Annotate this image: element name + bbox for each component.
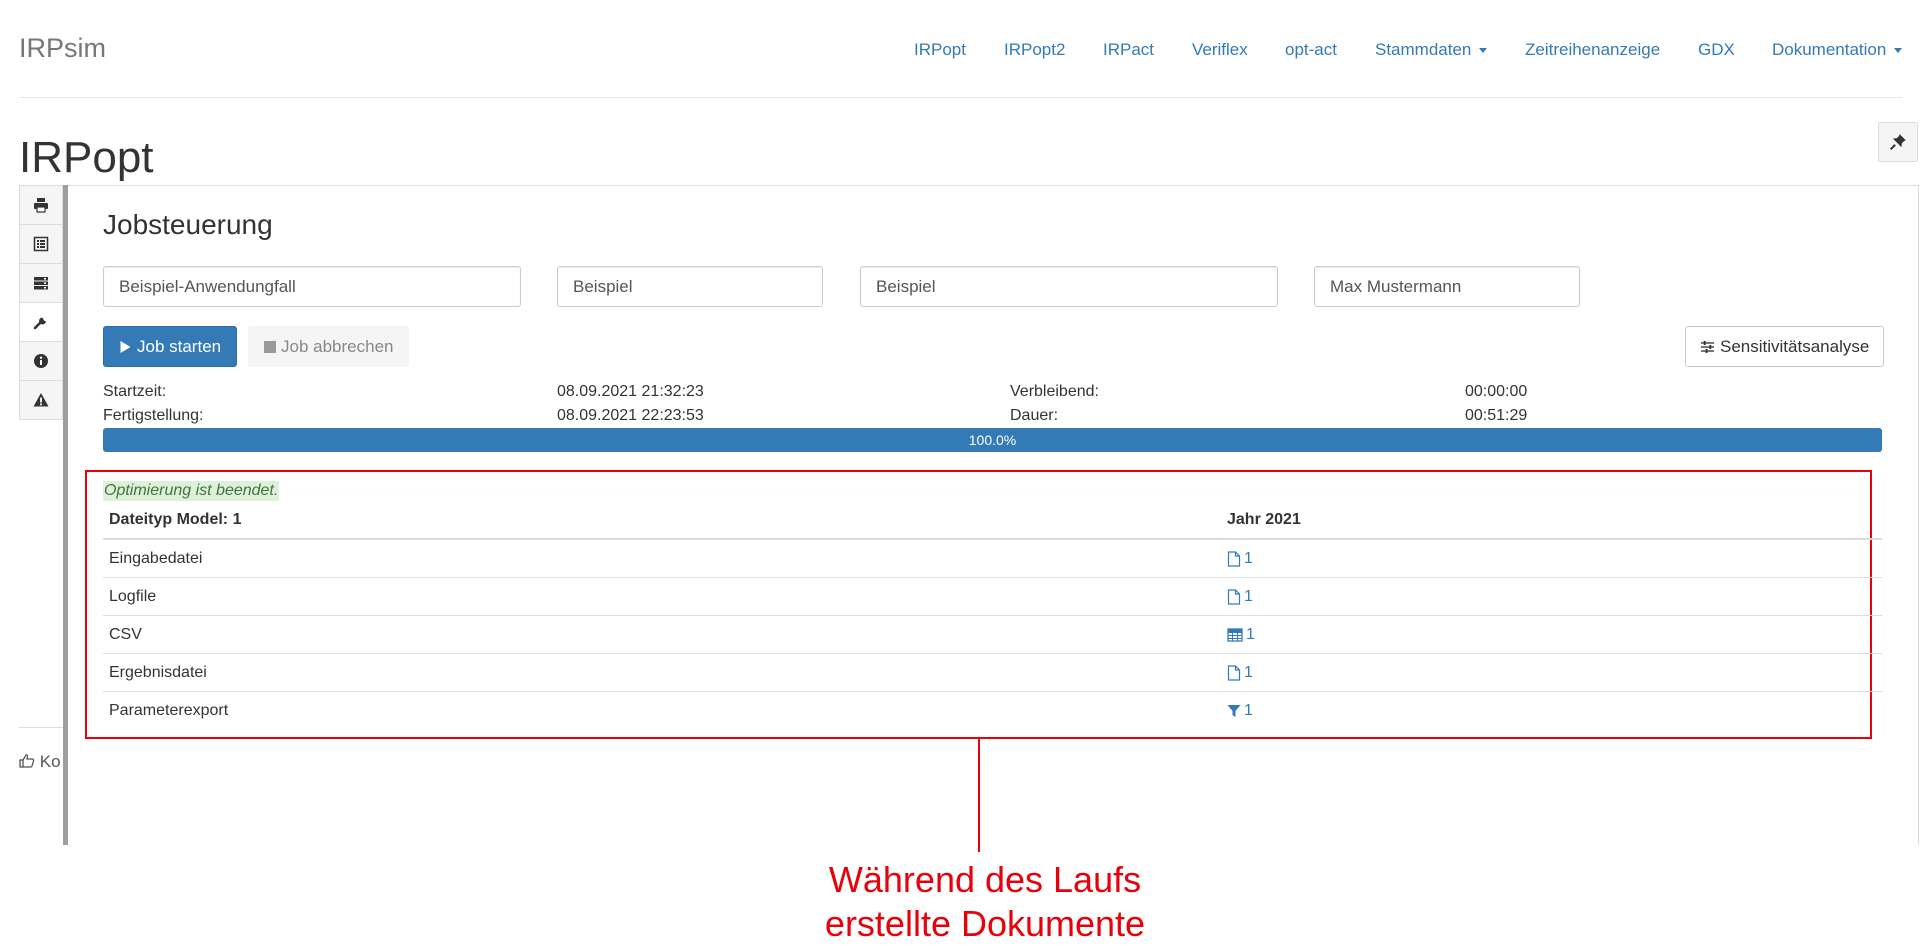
file-icon	[1227, 664, 1241, 681]
panel-right-border	[1918, 185, 1919, 845]
nav-irpact[interactable]: IRPact	[1103, 40, 1154, 60]
input-file-link-label: 1	[1244, 549, 1253, 567]
parameter-export-link-label: 1	[1244, 701, 1253, 719]
start-job-button[interactable]: Job starten	[103, 326, 238, 367]
warning-icon	[33, 393, 49, 407]
list-view-button[interactable]	[19, 224, 63, 264]
main-nav: IRPopt IRPopt2 IRPact Veriflex opt-act S…	[0, 40, 1920, 62]
column-header-filetype: Dateityp Model: 1	[109, 511, 242, 528]
file-icon	[1227, 550, 1241, 567]
nav-stammdaten-dropdown[interactable]: Stammdaten	[1375, 40, 1488, 60]
stop-icon	[264, 340, 276, 353]
nav-stammdaten-label: Stammdaten	[1375, 40, 1472, 59]
nav-veriflex[interactable]: Veriflex	[1192, 40, 1248, 60]
info-icon	[34, 354, 48, 368]
info-button[interactable]	[19, 341, 63, 381]
table-row: Ergebnisdatei 1	[103, 653, 1882, 691]
row-label: CSV	[109, 625, 142, 643]
column-header-year: Jahr 2021	[1227, 511, 1301, 528]
creator-field[interactable]	[1314, 266, 1580, 307]
server-button[interactable]	[19, 263, 63, 303]
result-file-link-label: 1	[1244, 663, 1253, 681]
caret-down-icon	[1894, 48, 1903, 54]
csv-link-label: 1	[1246, 625, 1255, 643]
nav-zeitreihenanzeige[interactable]: Zeitreihenanzeige	[1525, 40, 1660, 60]
pin-button[interactable]	[1878, 122, 1918, 162]
sidebar-divider	[63, 185, 68, 845]
feedback-divider	[19, 727, 63, 728]
annotation-line	[978, 739, 980, 852]
table-header: Dateityp Model: 1 Jahr 2021	[103, 502, 1882, 539]
abort-job-button[interactable]: Job abbrechen	[248, 326, 410, 367]
start-time-label: Startzeit:	[103, 383, 167, 400]
filter-icon	[1227, 704, 1241, 717]
side-toolbar	[19, 185, 63, 420]
start-time-value: 08.09.2021 21:32:23	[557, 383, 704, 400]
row-label: Parameterexport	[109, 701, 229, 719]
duration-label: Dauer:	[1010, 407, 1059, 424]
file-icon	[1227, 588, 1241, 605]
play-icon	[120, 340, 131, 353]
pin-icon	[1889, 134, 1906, 151]
nav-dokumentation-label: Dokumentation	[1772, 40, 1887, 59]
annotation-line-1: Während des Laufs	[828, 859, 1142, 900]
navbar-divider	[19, 97, 1902, 98]
parameter-export-link[interactable]: 1	[1227, 702, 1253, 720]
thumbs-up-icon	[19, 754, 35, 768]
list-icon	[33, 236, 49, 252]
page-title: IRPopt	[19, 133, 154, 182]
row-label: Logfile	[109, 587, 157, 605]
end-time-value: 08.09.2021 22:23:53	[557, 407, 704, 424]
print-icon	[34, 198, 48, 213]
sliders-icon	[1700, 340, 1715, 353]
abort-job-label: Job abbrechen	[281, 336, 394, 356]
wrench-icon	[33, 317, 46, 330]
end-time-label: Fertigstellung:	[103, 407, 204, 424]
nav-irpopt[interactable]: IRPopt	[914, 40, 966, 60]
feedback-label: Ko	[39, 752, 61, 771]
table-icon	[1227, 627, 1243, 642]
sensitivity-analysis-button[interactable]: Sensitivitätsanalyse	[1685, 326, 1885, 367]
name-field[interactable]	[557, 266, 823, 307]
logfile-link-label: 1	[1244, 587, 1253, 605]
results-table: Dateityp Model: 1 Jahr 2021 Eingabedatei…	[103, 502, 1882, 729]
section-title: Jobsteuerung	[103, 209, 273, 240]
row-label: Ergebnisdatei	[109, 663, 207, 681]
logfile-link[interactable]: 1	[1227, 588, 1253, 606]
result-file-link[interactable]: 1	[1227, 664, 1253, 682]
server-icon	[34, 277, 48, 290]
input-file-link[interactable]: 1	[1227, 550, 1253, 568]
print-button[interactable]	[19, 185, 63, 225]
start-job-label: Job starten	[137, 336, 222, 356]
wrench-button[interactable]	[19, 302, 63, 342]
sensitivity-analysis-label: Sensitivitätsanalyse	[1720, 336, 1870, 356]
job-progress: 100.0%	[103, 428, 1882, 452]
description-field[interactable]	[860, 266, 1278, 307]
use-case-field[interactable]	[103, 266, 521, 307]
caret-down-icon	[1479, 48, 1488, 54]
duration-value: 00:51:29	[1465, 407, 1528, 424]
nav-gdx[interactable]: GDX	[1698, 40, 1735, 60]
table-row: Eingabedatei 1	[103, 539, 1882, 577]
remaining-label: Verbleibend:	[1010, 383, 1099, 400]
status-message: Optimierung ist beendet.	[103, 481, 280, 501]
panel-top-border	[63, 185, 1919, 186]
warning-button[interactable]	[19, 380, 63, 420]
nav-dokumentation-dropdown[interactable]: Dokumentation	[1772, 40, 1903, 60]
progress-bar: 100.0%	[103, 428, 1882, 452]
feedback-button[interactable]: Ko	[19, 752, 61, 772]
table-row: CSV 1	[103, 615, 1882, 653]
table-row: Logfile 1	[103, 577, 1882, 615]
annotation-text: Während des Laufs erstellte Dokumente	[805, 858, 1165, 946]
table-row: Parameterexport 1	[103, 691, 1882, 729]
nav-irpopt2[interactable]: IRPopt2	[1004, 40, 1065, 60]
nav-opt-act[interactable]: opt-act	[1285, 40, 1337, 60]
row-label: Eingabedatei	[109, 549, 203, 567]
csv-link[interactable]: 1	[1227, 626, 1255, 644]
annotation-line-2: erstellte Dokumente	[824, 903, 1146, 944]
remaining-value: 00:00:00	[1465, 383, 1528, 400]
